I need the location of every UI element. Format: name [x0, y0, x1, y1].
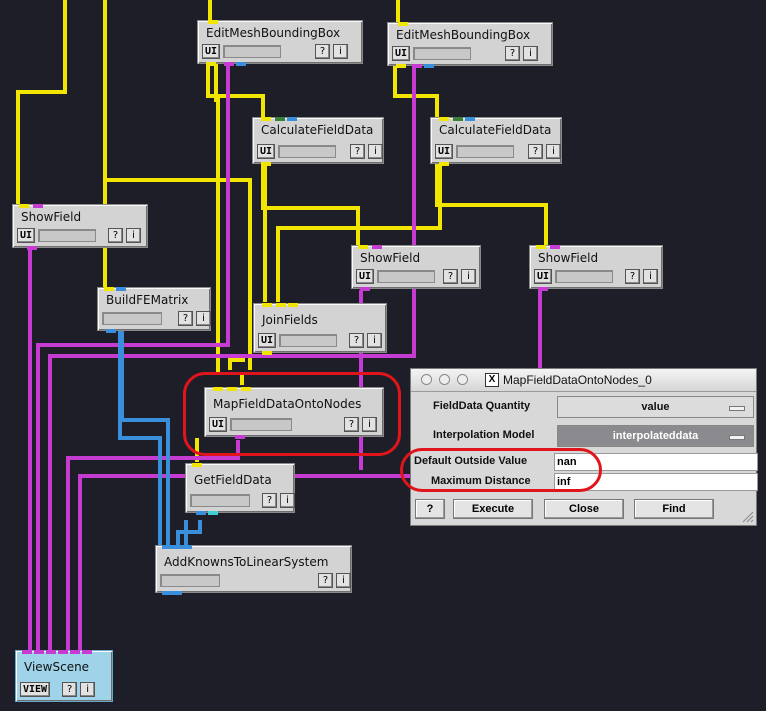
x11-icon: X — [485, 373, 499, 387]
help-button[interactable]: ? — [178, 311, 193, 326]
progress-bar — [102, 312, 162, 325]
progress-bar — [278, 145, 337, 158]
execute-button[interactable]: Execute — [453, 499, 533, 519]
module-title: EditMeshBoundingBox — [206, 26, 341, 40]
view-button[interactable]: VIEW — [20, 682, 51, 697]
module-show-field-3[interactable]: ShowField UI ? i — [529, 245, 663, 291]
module-title: JoinFields — [262, 313, 318, 327]
help-button[interactable]: ? — [528, 144, 544, 159]
module-view-scene[interactable]: ViewScene VIEW ? i — [15, 650, 113, 702]
progress-bar — [377, 270, 436, 283]
ui-button[interactable]: UI — [258, 333, 277, 348]
progress-bar — [223, 45, 282, 58]
help-button[interactable]: ? — [318, 573, 333, 588]
find-button[interactable]: Find — [634, 499, 714, 519]
field-data-quantity-value: value — [641, 401, 670, 413]
module-title: CalculateFieldData — [439, 123, 552, 137]
module-title: BuildFEMatrix — [106, 293, 189, 307]
module-title: ShowField — [21, 210, 82, 224]
module-add-knowns-to-linear-system[interactable]: AddKnownsToLinearSystem ? i — [155, 545, 352, 595]
module-title: ShowField — [538, 251, 599, 265]
network-canvas[interactable]: EditMeshBoundingBox UI ? i EditMeshBound… — [0, 0, 766, 711]
info-button[interactable]: i — [523, 46, 539, 61]
module-show-field-1[interactable]: ShowField UI ? i — [12, 204, 148, 250]
info-button[interactable]: i — [368, 144, 384, 159]
dialog-map-field-data-onto-nodes[interactable]: X MapFieldDataOntoNodes_0 FieldData Quan… — [410, 368, 758, 526]
info-button[interactable]: i — [643, 269, 659, 284]
highlight-ring-dialog-fields — [400, 448, 602, 492]
highlight-ring-module — [183, 372, 401, 456]
module-get-field-data[interactable]: GetFieldData ? i — [185, 463, 295, 515]
dropdown-arrow-icon — [729, 435, 745, 440]
field-data-quantity-label: FieldData Quantity — [433, 400, 531, 412]
module-build-fe-matrix[interactable]: BuildFEMatrix ? i — [97, 287, 211, 333]
ui-button[interactable]: UI — [356, 269, 375, 284]
progress-bar — [555, 270, 614, 283]
dropdown-arrow-icon — [729, 406, 745, 411]
close-window-icon[interactable] — [421, 374, 432, 385]
module-title: GetFieldData — [194, 473, 272, 487]
ui-button[interactable]: UI — [17, 228, 36, 243]
info-button[interactable]: i — [80, 682, 96, 697]
module-edit-mesh-bounding-box-1[interactable]: EditMeshBoundingBox UI ? i — [197, 20, 363, 66]
module-calculate-field-data-2[interactable]: CalculateFieldData UI ? i — [430, 117, 562, 166]
info-button[interactable]: i — [333, 44, 349, 59]
ui-button[interactable]: UI — [392, 46, 411, 61]
module-calculate-field-data-1[interactable]: CalculateFieldData UI ? i — [252, 117, 384, 166]
ui-button[interactable]: UI — [435, 144, 454, 159]
interpolation-model-select[interactable]: interpolateddata — [557, 425, 754, 447]
info-button[interactable]: i — [461, 269, 477, 284]
progress-bar — [160, 574, 220, 587]
help-button[interactable]: ? — [315, 44, 331, 59]
help-button[interactable]: ? — [349, 333, 365, 348]
info-button[interactable]: i — [280, 493, 295, 508]
info-button[interactable]: i — [196, 311, 211, 326]
module-title: EditMeshBoundingBox — [396, 28, 531, 42]
dialog-titlebar[interactable]: X MapFieldDataOntoNodes_0 — [411, 369, 756, 392]
help-button[interactable]: ? — [415, 499, 445, 519]
module-join-fields[interactable]: JoinFields UI ? i — [253, 303, 387, 355]
info-button[interactable]: i — [546, 144, 562, 159]
interpolation-model-label: Interpolation Model — [433, 429, 535, 441]
module-title: CalculateFieldData — [261, 123, 374, 137]
info-button[interactable]: i — [126, 228, 142, 243]
info-button[interactable]: i — [336, 573, 351, 588]
help-button[interactable]: ? — [350, 144, 366, 159]
ui-button[interactable]: UI — [202, 44, 221, 59]
help-button[interactable]: ? — [262, 493, 277, 508]
close-button[interactable]: Close — [544, 499, 624, 519]
ui-button[interactable]: UI — [257, 144, 276, 159]
interpolation-model-value: interpolateddata — [612, 430, 699, 442]
field-data-quantity-row: FieldData Quantity value — [411, 396, 758, 420]
minimize-window-icon[interactable] — [439, 374, 450, 385]
resize-grip-icon[interactable] — [740, 509, 754, 523]
progress-bar — [456, 145, 515, 158]
help-button[interactable]: ? — [62, 682, 78, 697]
ui-button[interactable]: UI — [534, 269, 553, 284]
network-wires — [16, 0, 548, 660]
dialog-title: MapFieldDataOntoNodes_0 — [503, 373, 652, 387]
help-button[interactable]: ? — [108, 228, 124, 243]
module-title: ShowField — [360, 251, 421, 265]
module-show-field-2[interactable]: ShowField UI ? i — [351, 245, 481, 291]
zoom-window-icon[interactable] — [457, 374, 468, 385]
module-title: AddKnownsToLinearSystem — [164, 555, 329, 569]
progress-bar — [279, 334, 338, 347]
module-title: ViewScene — [24, 660, 90, 674]
progress-bar — [413, 47, 472, 60]
progress-bar — [38, 229, 97, 242]
interpolation-model-row: Interpolation Model interpolateddata — [411, 425, 758, 449]
info-button[interactable]: i — [367, 333, 383, 348]
field-data-quantity-select[interactable]: value — [557, 396, 754, 418]
help-button[interactable]: ? — [625, 269, 641, 284]
help-button[interactable]: ? — [443, 269, 459, 284]
module-edit-mesh-bounding-box-2[interactable]: EditMeshBoundingBox UI ? i — [387, 22, 553, 68]
help-button[interactable]: ? — [505, 46, 521, 61]
progress-bar — [190, 494, 250, 507]
